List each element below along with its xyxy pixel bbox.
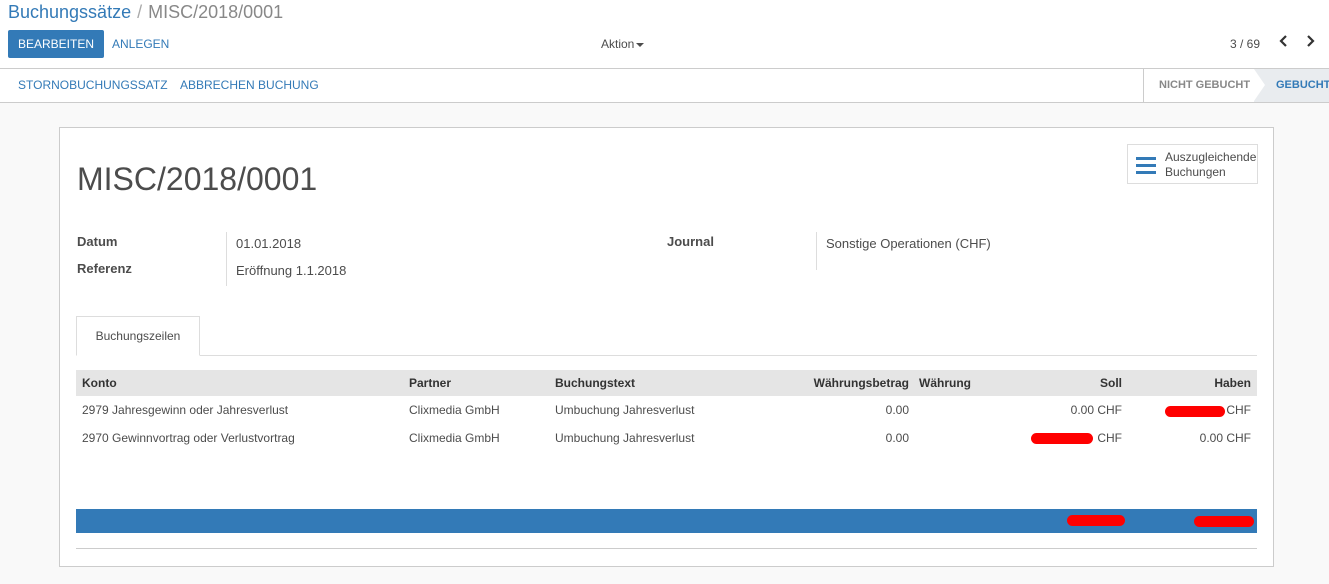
column-header-debit[interactable]: Soll: [1100, 370, 1122, 396]
pager-value: 3 / 69: [1230, 37, 1261, 51]
breadcrumb-separator: /: [137, 2, 143, 22]
date-value: 01.01.2018: [236, 236, 302, 251]
cell-credit-currency: CHF: [1226, 403, 1251, 417]
action-dropdown[interactable]: Aktion: [601, 37, 645, 51]
journal-value: Sonstige Operationen (CHF): [826, 236, 991, 251]
redaction-mark: [1165, 406, 1225, 417]
cell-debit-currency: CHF: [1097, 431, 1122, 445]
cell-label: Umbuchung Jahresverlust: [555, 431, 695, 445]
field-divider: [226, 232, 227, 286]
state-draft[interactable]: NICHT GEBUCHT: [1159, 69, 1250, 102]
redaction-mark: [1067, 515, 1125, 526]
reference-label: Referenz: [77, 261, 132, 276]
cell-partner: Clixmedia GmbH: [409, 431, 500, 445]
cell-amount-currency: 0.00: [885, 431, 909, 445]
column-header-credit[interactable]: Haben: [1214, 370, 1251, 396]
cell-label: Umbuchung Jahresverlust: [555, 403, 695, 417]
chevron-right-icon: [1307, 35, 1315, 47]
column-header-account[interactable]: Konto: [82, 370, 117, 396]
reconcile-entries-button[interactable]: Auszugleichende Buchungen: [1127, 144, 1258, 184]
form-sheet: Auszugleichende Buchungen MISC/2018/0001…: [59, 127, 1274, 567]
caret-down-icon: [636, 42, 645, 47]
breadcrumb-current: MISC/2018/0001: [148, 2, 284, 22]
divider: [76, 548, 1257, 549]
cell-debit: 0.00 CHF: [1070, 403, 1122, 417]
cell-account: 2979 Jahresgewinn oder Jahresverlust: [82, 403, 289, 417]
date-label: Datum: [77, 234, 118, 249]
reference-value: Eröffnung 1.1.2018: [236, 263, 347, 278]
table-header: Konto Partner Buchungstext Währungsbetra…: [76, 370, 1257, 396]
status-states: NICHT GEBUCHT GEBUCHT: [1143, 69, 1329, 102]
breadcrumb-parent-link[interactable]: Buchungssätze: [8, 2, 131, 22]
tab-bar-line: [76, 355, 1257, 356]
cell-credit: 0.00 CHF: [1199, 431, 1251, 445]
cell-account: 2970 Gewinnvortrag oder Verlustvortrag: [82, 431, 295, 445]
chevron-left-icon: [1279, 35, 1287, 47]
record-title: MISC/2018/0001: [77, 161, 318, 197]
column-header-currency[interactable]: Währung: [919, 370, 971, 396]
column-header-label[interactable]: Buchungstext: [555, 370, 635, 396]
statusbar: STORNOBUCHUNGSSATZ ABBRECHEN BUCHUNG NIC…: [0, 69, 1329, 103]
totals-row: [76, 509, 1257, 533]
control-panel: Buchungssätze / MISC/2018/0001 BEARBEITEN …: [0, 0, 1329, 69]
state-arrow-icon: [1254, 69, 1265, 101]
edit-button[interactable]: BEARBEITEN: [8, 30, 105, 58]
column-header-partner[interactable]: Partner: [409, 370, 451, 396]
field-divider: [816, 232, 817, 270]
redaction-mark: [1031, 433, 1093, 444]
state-posted[interactable]: GEBUCHT: [1254, 69, 1329, 102]
reverse-entry-button[interactable]: STORNOBUCHUNGSSATZ: [18, 69, 168, 102]
cancel-entry-button[interactable]: ABBRECHEN BUCHUNG: [180, 69, 319, 102]
list-icon: [1136, 157, 1156, 178]
tab-journal-items[interactable]: Buchungszeilen: [76, 316, 200, 356]
cell-amount-currency: 0.00: [885, 403, 909, 417]
action-label: Aktion: [601, 37, 635, 51]
redaction-mark: [1194, 516, 1254, 527]
column-header-amount-currency[interactable]: Währungsbetrag: [814, 370, 909, 396]
journal-label: Journal: [667, 234, 714, 249]
create-button[interactable]: ANLEGEN: [112, 30, 169, 58]
reconcile-entries-label: Auszugleichende Buchungen: [1165, 150, 1257, 179]
pager-next-button[interactable]: [1302, 34, 1318, 52]
breadcrumb: Buchungssätze / MISC/2018/0001: [8, 2, 283, 23]
cell-partner: Clixmedia GmbH: [409, 403, 500, 417]
pager-previous-button[interactable]: [1276, 34, 1292, 52]
